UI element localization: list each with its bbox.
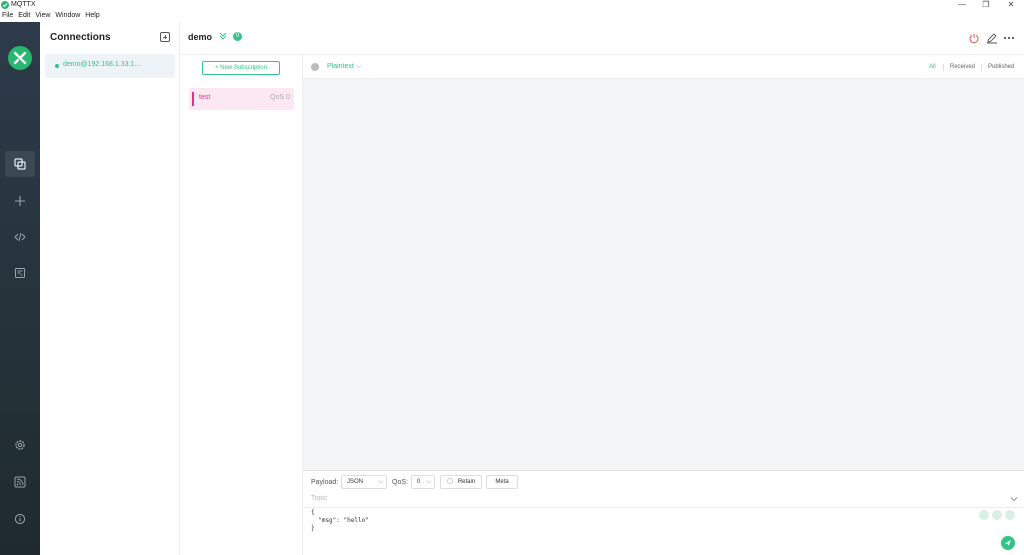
nav-rss[interactable]	[5, 469, 35, 495]
meta-button[interactable]: Meta	[486, 475, 518, 489]
qos-value: 0	[417, 479, 421, 485]
restore-button[interactable]: ❐	[976, 0, 996, 11]
subscription-item[interactable]: test QoS 0	[189, 88, 294, 110]
chevron-down-icon: ⌵	[355, 63, 362, 70]
mqttx-logo[interactable]	[8, 46, 32, 70]
settings-icon	[15, 440, 25, 450]
payload-line-1: {	[311, 509, 315, 516]
chevron-down-icon[interactable]	[1009, 494, 1019, 504]
more-icon[interactable]	[1003, 32, 1015, 44]
rss-icon	[14, 476, 26, 488]
nav-log[interactable]	[5, 260, 35, 286]
payload-format-value: JSON	[347, 479, 364, 485]
connection-header: demo 0	[180, 22, 1024, 55]
window-title: MQTTX	[11, 1, 36, 8]
subscriptions-panel: + New Subscription test QoS 0	[180, 55, 303, 555]
message-status-dot	[311, 63, 319, 71]
title-bar: MQTTX — ❐ ✕	[0, 0, 1024, 11]
message-toolbar: Plaintext ⌵ All Received Published	[303, 55, 1024, 79]
send-icon	[1005, 540, 1011, 546]
topic-divider	[303, 507, 1024, 508]
collapse-chevron-icon[interactable]	[218, 31, 228, 41]
chevron-down-icon: ⌵	[378, 479, 383, 485]
retain-label: Retain	[457, 479, 476, 485]
message-format-value: Plaintext	[327, 63, 354, 70]
retain-radio-icon	[446, 478, 453, 484]
menu-help[interactable]: Help	[83, 11, 99, 22]
new-subscription-button[interactable]: + New Subscription	[202, 61, 280, 75]
nav-script[interactable]	[5, 224, 35, 250]
app-logo-icon	[1, 1, 9, 9]
history-prev-button[interactable]	[979, 510, 989, 520]
payload-format-select[interactable]: JSON ⌵	[341, 475, 387, 489]
menu-window[interactable]: Window	[53, 11, 80, 22]
subscription-qos: QoS 0	[270, 94, 290, 101]
chevron-down-icon: ⌵	[426, 479, 431, 485]
nav-connections[interactable]	[5, 151, 35, 177]
message-count-badge: 0	[233, 32, 242, 41]
payload-line-2: "msg": "hello"	[311, 517, 369, 524]
menu-edit[interactable]: Edit	[16, 11, 30, 22]
left-nav	[0, 22, 40, 555]
connections-panel: Connections demo@192.168.1.33:1...	[40, 22, 180, 555]
qos-select[interactable]: 0 ⌵	[411, 475, 435, 489]
close-button[interactable]: ✕	[1001, 0, 1021, 11]
mqttx-logo-icon	[13, 51, 27, 65]
filter-received[interactable]: Received	[950, 64, 975, 70]
publish-panel: Payload: JSON ⌵ QoS: 0 ⌵ Retain Meta Top…	[303, 470, 1024, 555]
subscription-topic: test	[199, 94, 211, 101]
connection-name: demo@192.168.1.33:1...	[63, 61, 141, 68]
add-connection-button[interactable]	[160, 32, 170, 42]
connection-item[interactable]: demo@192.168.1.33:1...	[45, 54, 175, 78]
connections-title: Connections	[50, 32, 111, 43]
history-next-button[interactable]	[1005, 510, 1015, 520]
connections-icon	[14, 158, 26, 170]
menu-bar: File Edit View Window Help	[0, 11, 103, 22]
disconnect-icon[interactable]	[968, 32, 980, 44]
minimize-button[interactable]: —	[952, 0, 972, 11]
nav-settings[interactable]	[5, 432, 35, 458]
nav-about[interactable]	[5, 506, 35, 532]
nav-new-connection[interactable]	[5, 188, 35, 214]
connection-status-dot	[55, 64, 59, 68]
filter-all[interactable]: All	[929, 64, 936, 70]
qos-label: QoS:	[392, 479, 408, 486]
payload-line-3: }	[311, 525, 315, 532]
message-format-select[interactable]: Plaintext ⌵	[327, 63, 361, 71]
plus-icon	[15, 196, 25, 206]
filter-divider	[981, 64, 982, 71]
payload-label: Payload:	[311, 479, 339, 486]
subscription-color-bar	[192, 92, 194, 106]
about-icon	[14, 513, 26, 525]
log-icon	[15, 268, 25, 278]
retain-checkbox[interactable]: Retain	[440, 475, 482, 489]
send-button[interactable]	[1001, 536, 1015, 550]
menu-view[interactable]: View	[33, 11, 50, 22]
topic-input[interactable]: Topic	[311, 495, 327, 502]
menu-file[interactable]: File	[0, 11, 13, 22]
history-reset-button[interactable]	[992, 510, 1002, 520]
code-icon	[14, 232, 26, 242]
message-list: Plaintext ⌵ All Received Published	[303, 55, 1024, 470]
edit-icon[interactable]	[986, 32, 998, 44]
connection-title: demo	[188, 32, 213, 42]
filter-divider	[943, 64, 944, 71]
filter-published[interactable]: Published	[988, 64, 1014, 70]
payload-editor[interactable]: { "msg": "hello" }	[311, 509, 369, 533]
